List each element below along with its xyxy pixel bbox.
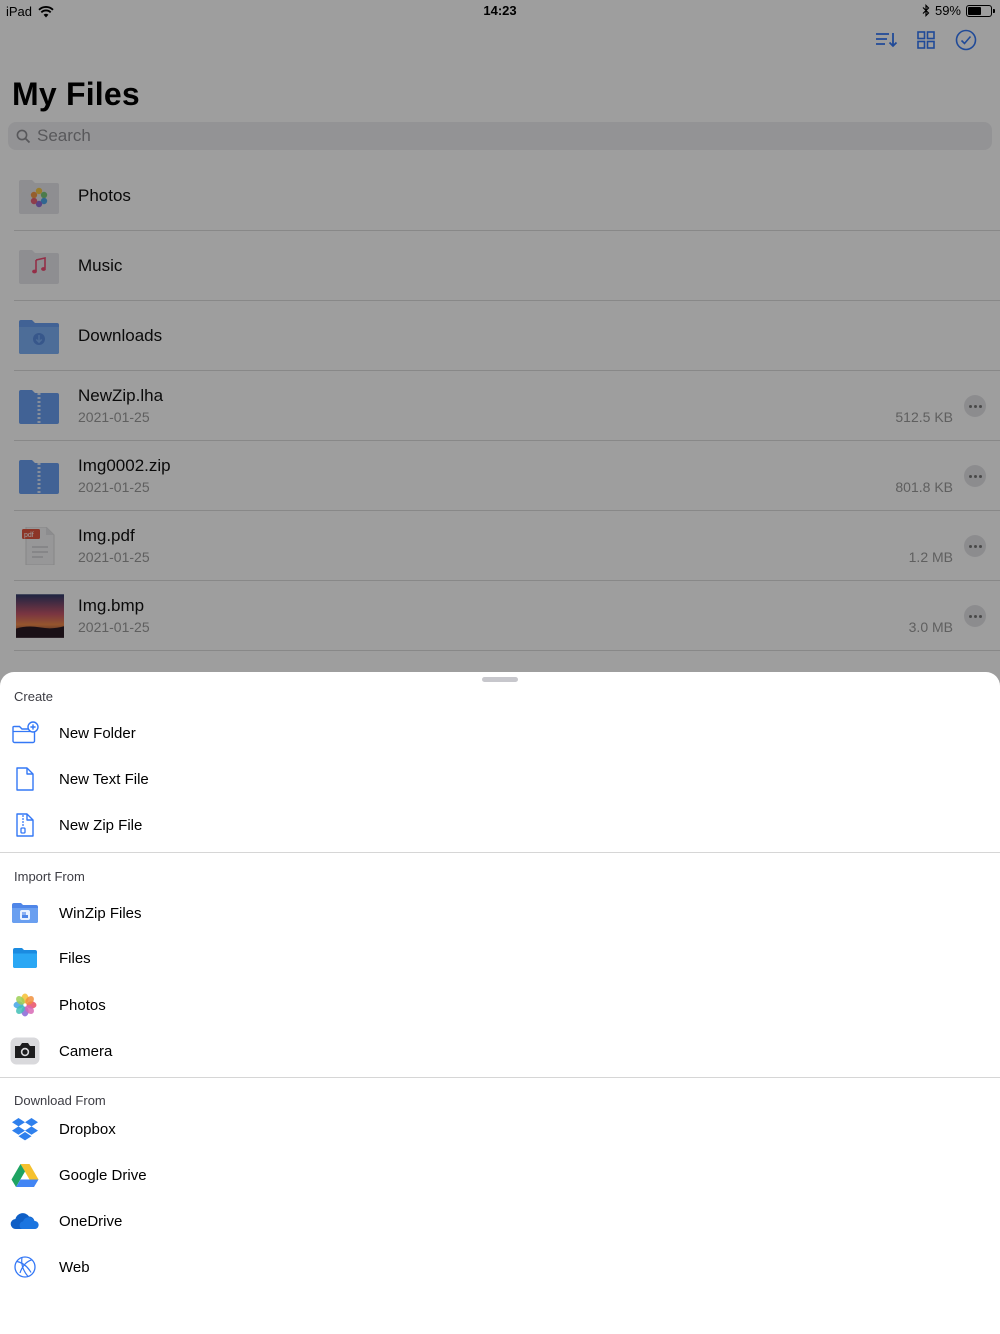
menu-item-label: WinZip Files: [59, 904, 142, 922]
download-web-button[interactable]: Web: [0, 1245, 1000, 1289]
new-zip-file-button[interactable]: New Zip File: [0, 803, 1000, 847]
new-folder-button[interactable]: New Folder: [0, 711, 1000, 755]
sheet-grabber[interactable]: [482, 677, 518, 682]
add-action-sheet: Create New Folder New Text File New Zip …: [0, 672, 1000, 1334]
menu-item-label: New Folder: [59, 724, 136, 742]
menu-item-label: Web: [59, 1258, 90, 1276]
winzip-files-icon: [10, 898, 40, 928]
download-dropbox-button[interactable]: Dropbox: [0, 1107, 1000, 1151]
new-text-file-icon: [10, 764, 40, 794]
section-divider: [0, 852, 1000, 853]
new-text-file-button[interactable]: New Text File: [0, 757, 1000, 801]
import-camera-button[interactable]: Camera: [0, 1029, 1000, 1073]
section-title-download: Download From: [14, 1093, 106, 1108]
photos-app-icon: [10, 990, 40, 1020]
download-onedrive-button[interactable]: OneDrive: [0, 1199, 1000, 1243]
onedrive-icon: [10, 1206, 40, 1236]
files-app-icon: [10, 943, 40, 973]
google-drive-icon: [10, 1160, 40, 1190]
menu-item-label: Files: [59, 949, 91, 967]
section-title-create: Create: [14, 689, 54, 704]
menu-item-label: Photos: [59, 996, 106, 1014]
import-files-button[interactable]: Files: [0, 936, 1000, 980]
import-winzip-files-button[interactable]: WinZip Files: [0, 891, 1000, 935]
menu-item-label: New Text File: [59, 770, 149, 788]
web-globe-icon: [10, 1252, 40, 1282]
section-title-import: Import From: [14, 869, 85, 884]
new-zip-file-icon: [10, 810, 40, 840]
menu-item-label: Google Drive: [59, 1166, 147, 1184]
menu-item-label: New Zip File: [59, 816, 143, 834]
menu-item-label: Dropbox: [59, 1120, 116, 1138]
menu-item-label: Camera: [59, 1042, 113, 1060]
camera-icon: [10, 1036, 40, 1066]
import-photos-button[interactable]: Photos: [0, 983, 1000, 1027]
new-folder-icon: [10, 718, 40, 748]
menu-item-label: OneDrive: [59, 1212, 123, 1230]
download-google-drive-button[interactable]: Google Drive: [0, 1153, 1000, 1197]
dropbox-icon: [10, 1114, 40, 1144]
section-divider: [0, 1077, 1000, 1078]
